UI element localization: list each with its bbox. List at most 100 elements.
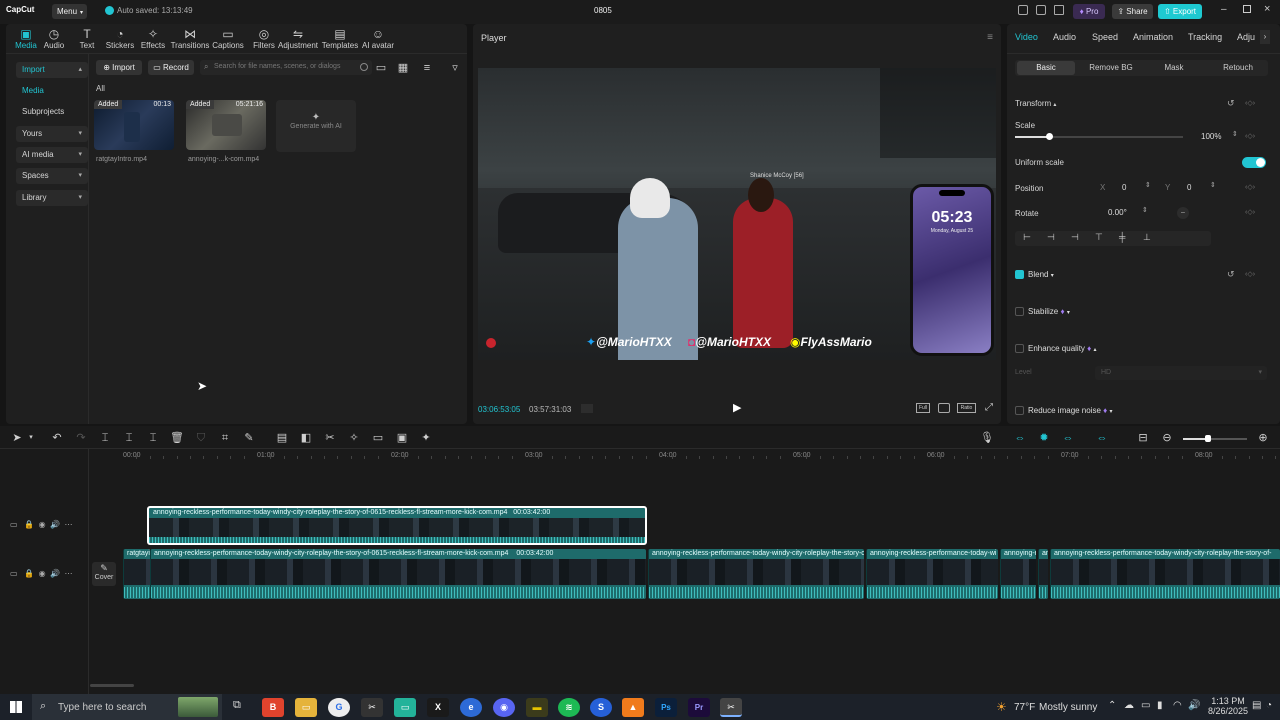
preview-axis-icon[interactable]: ⇔ [1095,431,1109,445]
tab-video[interactable]: Video [1015,32,1038,42]
ratio-button[interactable]: Ratio [957,403,976,413]
linkage-icon[interactable]: ⇔ [1061,431,1075,445]
split-left-icon[interactable]: ⌶ [122,431,136,445]
shortcuts-icon[interactable] [1036,5,1046,15]
edge-icon[interactable]: e [460,698,482,717]
video-preview[interactable]: Shanice McCoy [56] 05:23 Monday, August … [478,68,996,360]
redo-icon[interactable]: ↷ [74,431,88,445]
split-icon[interactable]: ⌶ [98,431,112,445]
zoom-slider-knob[interactable] [1205,435,1211,442]
timeline-clip[interactable]: annoying-reckless-performance-today-wi [866,549,998,599]
keyframe-nav-icon[interactable]: ‹◇› [1245,270,1255,278]
spotify-icon[interactable]: ≋ [558,698,580,717]
sidebar-item-ai-media[interactable]: AI media ▾ [16,147,88,163]
wifi-icon[interactable]: ◠ [1173,700,1182,711]
tab-tracking[interactable]: Tracking [1188,32,1222,42]
more-icon[interactable]: ⋯ [65,520,73,529]
image-icon[interactable]: ▣ [395,431,409,445]
reset-icon[interactable]: ↺ [1227,98,1235,109]
search-field[interactable]: ⌕ Search for file names, scenes, or dial… [200,60,372,75]
timeline-clip[interactable]: annoying-reckless-performance-today-wind… [150,549,646,599]
project-title[interactable]: 0805 [594,6,612,15]
blend-section[interactable]: Blend ▾ [1028,270,1054,279]
capcut-active-icon[interactable]: ✂ [720,698,742,717]
eye-icon[interactable]: ◉ [39,520,46,529]
rotate-dial-icon[interactable]: – [1177,207,1189,219]
settings-icon[interactable] [1054,5,1064,15]
magnet-icon[interactable]: ✹ [1037,431,1051,445]
stepper-icon[interactable]: ⇕ [1142,206,1148,214]
cutout-icon[interactable]: ✂ [323,431,337,445]
subtab-retouch[interactable]: Retouch [1211,61,1265,75]
freeze-icon[interactable]: ✎ [242,431,256,445]
timeline-clip[interactable]: annoying-reckless-performance-today-wind… [648,549,864,599]
align-top-icon[interactable]: ⊤ [1095,232,1103,243]
pro-button[interactable]: ♦ Pro [1073,4,1105,19]
volume-icon[interactable]: 🔊 [1188,700,1200,711]
play-icon[interactable]: ▶ [733,401,741,414]
snapshot-icon[interactable] [938,403,950,413]
scale-value[interactable]: 100% [1201,132,1221,141]
sidebar-item-spaces[interactable]: Spaces ▾ [16,168,88,184]
magic-icon[interactable]: ✧ [347,431,361,445]
clock[interactable]: 1:13 PM 8/26/2025 [1208,696,1248,716]
blend-checkbox[interactable] [1015,270,1024,279]
filter-icon[interactable]: ▿ [448,61,462,75]
task-view-icon[interactable]: ⧉ [233,699,241,712]
stepper-icon[interactable]: ⇕ [1145,181,1151,189]
stabilize-checkbox[interactable] [1015,307,1024,316]
sidebar-item-yours[interactable]: Yours ▾ [16,126,88,142]
media-thumbnail[interactable]: Added 00:13 [94,100,174,150]
tray-chevron-icon[interactable]: ⌃ [1108,700,1116,711]
generate-with-ai-card[interactable]: ✦ Generate with AI [276,100,356,152]
chevron-down-icon[interactable]: ▾ [24,431,38,445]
minimize-icon[interactable]: – [1221,4,1227,15]
cover-button[interactable]: ✎ Cover [92,562,116,586]
horizontal-scrollbar[interactable] [90,684,134,687]
sidebar-item-import[interactable]: Import ▴ [16,62,88,78]
menu-button[interactable]: Menu ▾ [52,4,87,19]
player-menu-icon[interactable]: ≡ [987,32,993,43]
ai-tool-icon[interactable]: ✦ [419,431,433,445]
tab-animation[interactable]: Animation [1133,32,1173,42]
microphone-icon[interactable]: 🎙 [980,431,994,445]
tool-captions[interactable]: ▭ Captions [208,28,248,51]
photoshop-icon[interactable]: Ps [655,698,677,717]
level-select[interactable]: HD ▾ [1095,366,1267,380]
uniform-scale-toggle[interactable] [1242,157,1266,168]
undo-icon[interactable]: ↶ [50,431,64,445]
grid-view-icon[interactable]: ▦ [396,61,410,75]
chevron-right-icon[interactable]: › [1260,30,1270,44]
x-app-icon[interactable]: X [427,698,449,717]
tab-audio[interactable]: Audio [1053,32,1076,42]
align-right-icon[interactable]: ⊣ [1071,232,1079,243]
zoom-slider[interactable] [1183,435,1247,442]
zoom-out-icon[interactable]: ⊖ [1160,431,1174,445]
timeline-clip[interactable]: annoying-re [1000,549,1036,599]
game-icon[interactable]: ▬ [526,698,548,717]
export-button[interactable]: ⇧ Export [1158,4,1202,19]
pos-x-input[interactable]: 0 [1122,183,1126,192]
select-tool-icon[interactable]: ➤ [10,431,24,445]
stabilize-section[interactable]: Stabilize ♦ ▾ [1028,307,1070,316]
reduce-noise-section[interactable]: Reduce image noise ♦ ▾ [1028,406,1113,415]
battery-icon[interactable]: ▮ [1157,700,1163,711]
app-icon[interactable]: ▭ [394,698,416,717]
share-button[interactable]: ⇪ Share [1112,4,1153,19]
reset-icon[interactable]: ↺ [1227,269,1235,280]
lock-icon[interactable]: 🔒 [24,569,34,578]
network-icon[interactable]: ▭ [1141,700,1150,711]
sort-icon[interactable]: ≡ [420,61,434,75]
tab-adjustment[interactable]: Adju [1237,32,1255,42]
import-button[interactable]: ⊕ Import [96,60,142,75]
stepper-icon[interactable]: ⇕ [1232,130,1238,138]
more-icon[interactable]: ⋯ [65,569,73,578]
subtab-remove-bg[interactable]: Remove BG [1083,61,1139,75]
tool-ai-avatar[interactable]: ☺ AI avatar [358,28,398,51]
sidebar-item-media[interactable]: Media [16,83,88,99]
align-bottom-icon[interactable]: ⊥ [1143,232,1151,243]
zoom-fit-icon[interactable]: ⊟ [1136,431,1150,445]
stepper-icon[interactable]: ⇕ [1210,181,1216,189]
weather-icon[interactable]: ☀ [996,700,1007,714]
shield-icon[interactable]: ⛉ [194,431,208,445]
